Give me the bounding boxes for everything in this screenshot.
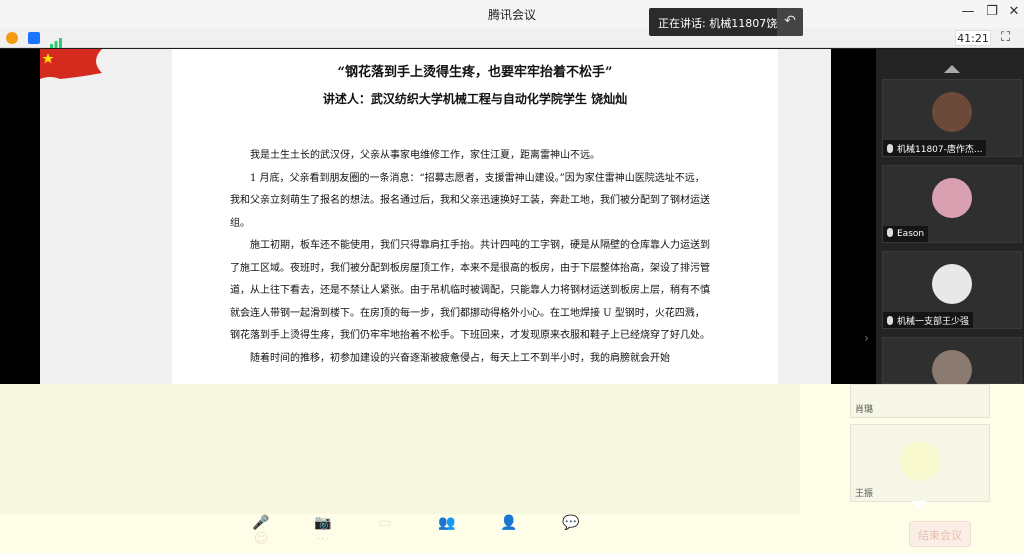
document-page: “钢花落到手上烫得生疼，也要牢牢抬着不松手” 讲述人：武汉纺织大学机械工程与自动… [172, 49, 778, 400]
participant-name: 机械一支部王少强 [897, 317, 970, 327]
fullscreen-icon[interactable]: ⛶ [1001, 30, 1010, 45]
end-meeting-button[interactable]: 结束会议 [909, 521, 971, 547]
participant-tile[interactable]: 机械11807-唐作杰... [882, 79, 1022, 157]
more-icon[interactable]: ⋯ [292, 531, 354, 547]
avatar [900, 441, 940, 481]
shield-icon[interactable] [28, 32, 40, 44]
participant-name: 王振 [855, 489, 874, 499]
camera-icon[interactable]: 📷 [292, 515, 354, 531]
meeting-timer: 41:21 [955, 30, 991, 46]
participant-name: 机械11807-唐作杰... [897, 145, 983, 155]
shared-screen: “钢花落到手上烫得生疼，也要牢牢抬着不松手” 讲述人：武汉纺织大学机械工程与自动… [0, 49, 876, 400]
document-title: “钢花落到手上烫得生疼，也要牢牢抬着不松手” [337, 65, 613, 80]
document-author: 讲述人：武汉纺织大学机械工程与自动化学院学生 饶灿灿 [322, 92, 628, 106]
paragraph: 我是土生土长的武汉伢，父亲从事家电维修工作，家住江夏，距离雷神山不远。 [250, 150, 600, 161]
chevron-up-icon[interactable] [944, 65, 960, 73]
invite-icon[interactable]: 👤 [478, 515, 540, 531]
minimize-button[interactable]: — [958, 4, 978, 19]
close-button[interactable]: ✕ [1004, 4, 1024, 19]
emoji-icon[interactable]: ☺ [230, 531, 292, 547]
title-bar: 腾讯会议 — ❐ ✕ [0, 0, 1024, 28]
participant-tile[interactable]: 王振 [850, 424, 990, 502]
participant-gallery: 机械11807-唐作杰... Eason 机械一支部王少强 [876, 49, 1024, 390]
avatar [932, 178, 972, 218]
share-screen-icon[interactable]: ▭ [354, 515, 416, 531]
microphone-icon [887, 228, 893, 237]
window-title: 腾讯会议 [487, 8, 536, 22]
flag-icon [40, 49, 102, 79]
chevron-down-icon[interactable] [911, 501, 927, 509]
microphone-icon [887, 316, 893, 325]
participant-name-bar: 机械11807-唐作杰... [883, 140, 987, 156]
avatar [932, 92, 972, 132]
share-back-icon[interactable]: ↶ [777, 8, 803, 36]
document-viewer: “钢花落到手上烫得生疼，也要牢牢抬着不松手” 讲述人：武汉纺织大学机械工程与自动… [40, 49, 831, 400]
members-icon[interactable]: 👥 [416, 515, 478, 531]
info-icon[interactable] [6, 32, 18, 44]
chat-icon[interactable]: 💬 [540, 515, 602, 531]
participant-name: Eason [897, 229, 925, 239]
document-body: 我是土生土长的武汉伢，父亲从事家电维修工作，家住江夏，距离雷神山不远。 1 月底… [230, 145, 710, 370]
meeting-status-bar: 41:21 ⛶ [0, 28, 1024, 48]
signal-icon[interactable] [50, 33, 62, 48]
avatar [932, 264, 972, 304]
microphone-icon [887, 144, 893, 153]
participant-tile[interactable]: 肖璐 [850, 384, 990, 418]
paragraph: 随着时间的推移，初参加建设的兴奋逐渐被疲惫侵占，每天上工不到半小时，我的肩膀就会… [250, 352, 670, 364]
paragraph: 施工初期，板车还不能使用，我们只得靠肩扛手抬。共计四吨的工字钢，硬是从隔壁的仓库… [230, 240, 710, 341]
participant-name-bar: Eason [883, 226, 929, 242]
participant-tile[interactable]: Eason [882, 165, 1022, 243]
participant-name-bar: 机械一支部王少强 [883, 312, 974, 328]
maximize-button[interactable]: ❐ [982, 4, 1002, 19]
meeting-toolbar: 🎤 📷 ▭ 👥 👤 💬 ☺ ⋯ [230, 515, 660, 547]
participant-name: 肖璐 [855, 405, 874, 415]
speaking-indicator: 正在讲话: 机械11807饶灿... ↶ [649, 8, 803, 36]
participant-tile[interactable]: 机械一支部王少强 [882, 251, 1022, 329]
microphone-icon[interactable]: 🎤 [230, 515, 292, 531]
chevron-right-icon[interactable]: › [864, 331, 869, 345]
participant-tile[interactable] [882, 337, 1022, 390]
paragraph: 1 月底，父亲看到朋友圈的一条消息：“招募志愿者，支援雷神山建设。”因为家住雷神… [230, 172, 710, 229]
